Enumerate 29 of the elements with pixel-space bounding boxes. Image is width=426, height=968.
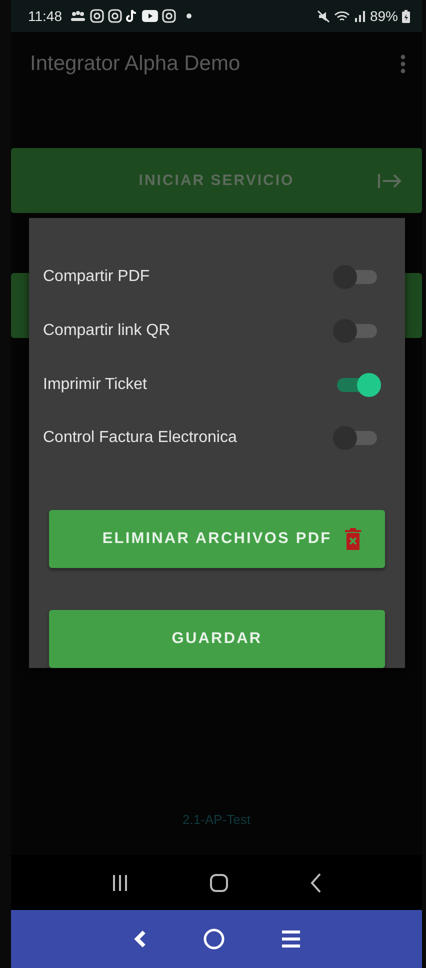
wifi-icon	[334, 10, 350, 22]
status-time: 11:48	[28, 8, 62, 24]
app-title: Integrator Alpha Demo	[30, 52, 240, 76]
more-icon[interactable]	[400, 54, 406, 74]
battery-icon	[402, 10, 410, 22]
setting-label: Compartir link QR	[43, 322, 170, 340]
save-button[interactable]: GUARDAR	[49, 610, 385, 668]
version-label: 2.1-AP-Test	[182, 812, 250, 827]
back-icon[interactable]	[310, 872, 322, 892]
camera-icon	[162, 9, 176, 23]
setting-label: Imprimir Ticket	[43, 376, 147, 394]
home-icon[interactable]	[209, 872, 230, 892]
signal-icon	[354, 10, 366, 22]
setting-label: Control Factura Electronica	[43, 429, 237, 448]
camera-icon	[90, 9, 104, 23]
play-icon	[142, 10, 158, 22]
mute-icon	[316, 10, 330, 22]
camera-icon	[108, 9, 122, 23]
music-note-icon	[126, 9, 138, 23]
action-button[interactable]: INICIAR SERVICIO	[11, 148, 422, 213]
menu-icon[interactable]	[280, 930, 300, 948]
setting-label: Compartir PDF	[43, 268, 150, 286]
dot-icon	[184, 13, 194, 19]
delete-pdf-button[interactable]: ELIMINAR ARCHIVOS PDF	[49, 510, 385, 568]
people-icon	[70, 10, 86, 22]
battery-percent: 89%	[370, 8, 398, 24]
recent-apps-icon[interactable]	[111, 874, 130, 892]
login-icon	[378, 172, 402, 188]
trash-icon	[345, 528, 361, 550]
